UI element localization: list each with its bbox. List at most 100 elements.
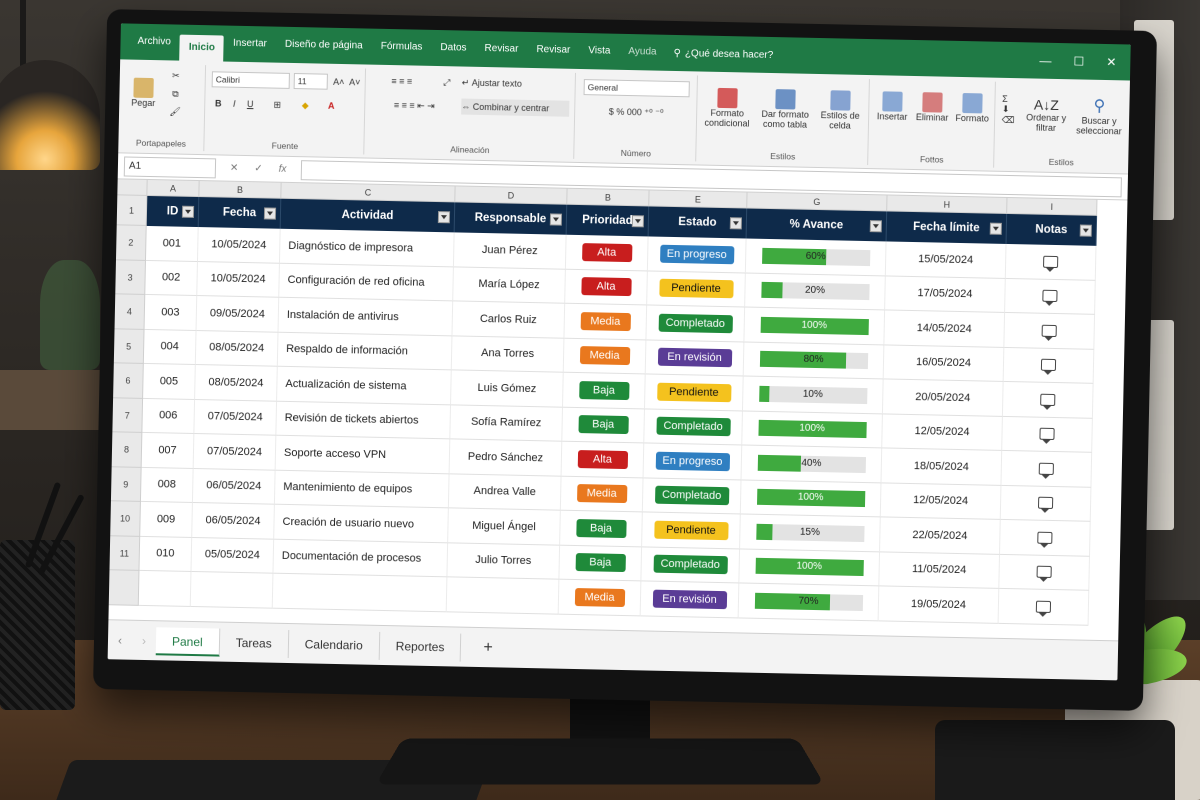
header-actividad[interactable]: Actividad (280, 198, 456, 233)
cell-notas[interactable] (1000, 485, 1092, 522)
minimize-icon[interactable]: — (1039, 54, 1051, 68)
format-cells-button[interactable]: Formato (953, 83, 992, 134)
row-number[interactable]: 1 (116, 195, 148, 226)
row-number[interactable]: 9 (110, 466, 142, 502)
tab-ayuda[interactable]: Ayuda (619, 41, 666, 64)
comment-icon[interactable] (1036, 565, 1052, 579)
cell-actividad[interactable]: Actualización de sistema (277, 366, 452, 405)
cell-id[interactable]: 006 (142, 398, 196, 434)
shrink-font-icon[interactable]: A˅ (348, 74, 362, 90)
tab-inicio[interactable]: Inicio (179, 34, 225, 62)
cell-fecha[interactable]: 08/05/2024 (195, 330, 279, 367)
cell-responsable[interactable]: Carlos Ruiz (452, 301, 566, 339)
filter-dropdown-icon[interactable] (729, 217, 743, 230)
cell-notas[interactable] (1000, 519, 1091, 557)
confirm-icon[interactable]: ✓ (254, 163, 263, 174)
autosum-icon[interactable]: Σ ⬇ ⌫ (999, 86, 1018, 134)
cell-notas[interactable] (1001, 450, 1093, 488)
row-number[interactable]: 10 (110, 501, 141, 537)
cell-limite[interactable]: 12/05/2024 (882, 413, 1003, 451)
column-letter[interactable]: B (567, 188, 650, 207)
cell-avance[interactable]: 20% (745, 273, 886, 311)
cell-fecha[interactable]: 10/05/2024 (197, 227, 281, 264)
cell-avance[interactable]: 10% (742, 376, 884, 414)
cell-estado[interactable]: En progreso (643, 443, 743, 480)
tell-me-box[interactable]: ⚲ ¿Qué desea hacer? (673, 47, 773, 60)
cell-estado[interactable]: Completado (642, 477, 742, 515)
cell-prioridad[interactable]: Baja (559, 545, 643, 582)
cell-actividad[interactable] (272, 573, 448, 612)
cell-avance[interactable]: 100% (742, 410, 883, 449)
comment-icon[interactable] (1040, 358, 1057, 372)
row-number[interactable]: 7 (112, 397, 144, 433)
sheet-tab-reportes[interactable]: Reportes (379, 631, 462, 662)
cell-avance[interactable]: 100% (740, 479, 882, 518)
name-box[interactable]: A1 (123, 155, 217, 178)
cell-estado[interactable]: Completado (641, 546, 741, 584)
tab-revisar[interactable]: Revisar (475, 38, 527, 61)
find-select-button[interactable]: ⚲ Buscar y seleccionar (1073, 85, 1126, 146)
copy-icon[interactable]: ⧉ (167, 86, 183, 100)
comment-icon[interactable] (1040, 393, 1056, 406)
cell-limite[interactable]: 20/05/2024 (882, 379, 1004, 417)
cell-id[interactable]: 005 (143, 363, 196, 400)
cell-limite[interactable]: 22/05/2024 (880, 517, 1001, 555)
close-icon[interactable]: ✕ (1106, 55, 1116, 69)
cell-avance[interactable]: 60% (745, 238, 887, 276)
cell-notas[interactable] (1004, 312, 1096, 350)
header-limite[interactable]: Fecha límite (886, 211, 1008, 244)
cell-id[interactable]: 002 (145, 260, 198, 297)
cell-prioridad[interactable]: Media (560, 476, 644, 513)
cell-actividad[interactable]: Respaldo de información (277, 332, 453, 371)
header-estado[interactable]: Estado (648, 206, 748, 239)
cell-notas[interactable] (1005, 243, 1097, 281)
cell-responsable[interactable]: Luis Gómez (451, 370, 564, 408)
delete-cells-button[interactable]: Eliminar (913, 82, 952, 133)
comment-icon[interactable] (1042, 289, 1058, 303)
scroll-left-icon[interactable]: ‹ (108, 633, 132, 647)
column-letter[interactable]: I (1007, 197, 1098, 216)
grow-font-icon[interactable]: A˄ (332, 74, 346, 90)
cell-prioridad[interactable]: Media (558, 579, 642, 616)
cell-notas[interactable] (1005, 278, 1096, 315)
cell-estado[interactable]: En revisión (640, 581, 740, 618)
select-all-corner[interactable] (117, 179, 148, 196)
header-responsable[interactable]: Responsable (454, 202, 568, 235)
header-prioridad[interactable]: Prioridad (566, 204, 650, 237)
cell-responsable[interactable]: María López (453, 266, 566, 304)
tab-vista[interactable]: Vista (579, 40, 620, 63)
row-number[interactable]: 3 (115, 259, 146, 295)
cell-prioridad[interactable]: Baja (562, 372, 646, 409)
font-name-select[interactable]: Calibri (211, 71, 290, 89)
cell-fecha[interactable]: 06/05/2024 (192, 468, 276, 505)
row-number[interactable]: 8 (111, 432, 143, 468)
cell-prioridad[interactable]: Baja (560, 510, 643, 547)
font-color-icon[interactable]: A (323, 98, 339, 114)
filter-dropdown-icon[interactable] (263, 207, 277, 220)
insert-cells-button[interactable]: Insertar (873, 81, 912, 132)
bold-icon[interactable]: B (211, 95, 225, 111)
sheet-tab-tareas[interactable]: Tareas (219, 628, 290, 658)
wrap-text-button[interactable]: ↵ Ajustar texto (462, 75, 570, 93)
filter-dropdown-icon[interactable] (631, 215, 645, 228)
italic-icon[interactable]: I (227, 96, 241, 112)
cell-fecha[interactable] (190, 571, 274, 609)
column-letter[interactable]: B (199, 181, 282, 199)
tab-formulas[interactable]: Fórmulas (372, 36, 432, 59)
cell-responsable[interactable]: Juan Pérez (453, 232, 567, 270)
number-format-select[interactable]: General (583, 79, 690, 98)
orientation-icon[interactable]: ⤢ (438, 74, 456, 90)
cell-notas[interactable] (1003, 347, 1095, 384)
cell-responsable[interactable]: Sofía Ramírez (450, 404, 563, 442)
cell-estado[interactable]: Completado (644, 408, 743, 446)
cell-avance[interactable]: 15% (740, 514, 881, 552)
worksheet-grid[interactable]: A B C D B E G H I 1 ID Fecha Actividad Responsable Pri… (108, 179, 1128, 641)
cell-responsable[interactable]: Ana Torres (451, 335, 565, 373)
row-number[interactable] (108, 570, 140, 606)
cell-limite[interactable]: 11/05/2024 (879, 551, 1001, 589)
merge-center-button[interactable]: ⇔ Combinar y centrar (461, 98, 570, 117)
cell-actividad[interactable]: Soporte acceso VPN (275, 435, 451, 474)
comment-icon[interactable] (1037, 531, 1053, 544)
cell-limite[interactable]: 19/05/2024 (878, 586, 1000, 624)
cell-id[interactable]: 004 (143, 329, 197, 366)
